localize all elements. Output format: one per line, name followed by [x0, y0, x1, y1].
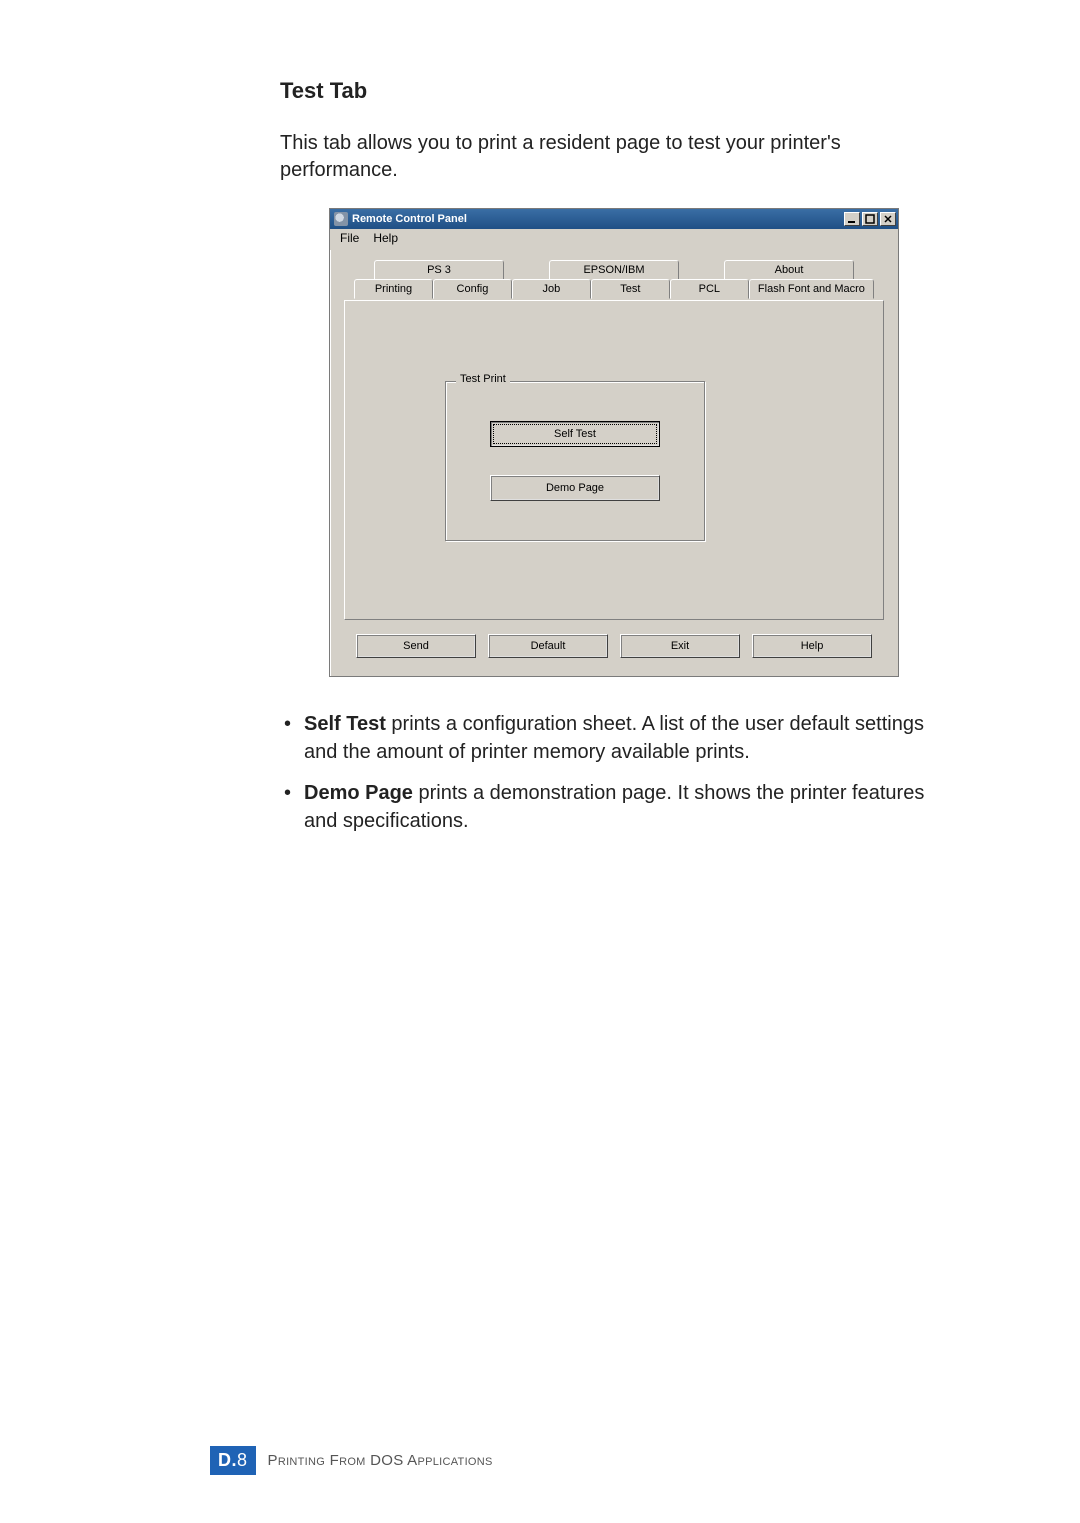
tab-about[interactable]: About	[724, 260, 854, 280]
default-button[interactable]: Default	[488, 634, 608, 658]
self-test-button[interactable]: Self Test	[490, 421, 660, 447]
tab-config[interactable]: Config	[433, 279, 512, 299]
tab-epson-ibm[interactable]: EPSON/IBM	[549, 260, 679, 280]
tab-pcl[interactable]: PCL	[670, 279, 749, 299]
test-print-group: Test Print Self Test Demo Page	[445, 381, 705, 541]
tab-test[interactable]: Test	[591, 279, 670, 299]
bullet-bold: Demo Page	[304, 782, 413, 804]
menu-file[interactable]: File	[340, 231, 359, 245]
help-button[interactable]: Help	[752, 634, 872, 658]
section-heading: Test Tab	[280, 78, 948, 104]
page-number-badge: D.8	[210, 1446, 256, 1475]
close-button[interactable]	[880, 212, 896, 226]
intro-paragraph: This tab allows you to print a resident …	[280, 130, 948, 184]
bullet-text: prints a configuration sheet. A list of …	[304, 713, 924, 763]
badge-number: 8	[237, 1450, 248, 1470]
menu-help[interactable]: Help	[373, 231, 398, 245]
window-title: Remote Control Panel	[352, 213, 467, 225]
group-label: Test Print	[456, 373, 510, 385]
tab-job[interactable]: Job	[512, 279, 591, 299]
app-icon	[334, 212, 348, 226]
tab-printing[interactable]: Printing	[354, 279, 433, 299]
bullet-self-test: Self Test prints a configuration sheet. …	[280, 711, 948, 766]
bullet-demo-page: Demo Page prints a demonstration page. I…	[280, 780, 948, 835]
minimize-button[interactable]	[844, 212, 860, 226]
demo-page-button[interactable]: Demo Page	[490, 475, 660, 501]
footer-text: Printing From DOS Applications	[268, 1452, 493, 1469]
exit-button[interactable]: Exit	[620, 634, 740, 658]
tab-flash-font-macro[interactable]: Flash Font and Macro	[749, 279, 874, 299]
tab-ps3[interactable]: PS 3	[374, 260, 504, 280]
remote-control-panel-window: Remote Control Panel File Help	[329, 208, 899, 677]
bullet-list: Self Test prints a configuration sheet. …	[280, 711, 948, 835]
tab-panel-test: Test Print Self Test Demo Page	[344, 300, 884, 620]
badge-letter: D.	[218, 1450, 237, 1470]
bullet-bold: Self Test	[304, 713, 386, 735]
send-button[interactable]: Send	[356, 634, 476, 658]
maximize-button[interactable]	[862, 212, 878, 226]
page-footer: D.8 Printing From DOS Applications	[210, 1446, 493, 1475]
titlebar: Remote Control Panel	[330, 209, 898, 229]
menubar: File Help	[330, 229, 898, 250]
